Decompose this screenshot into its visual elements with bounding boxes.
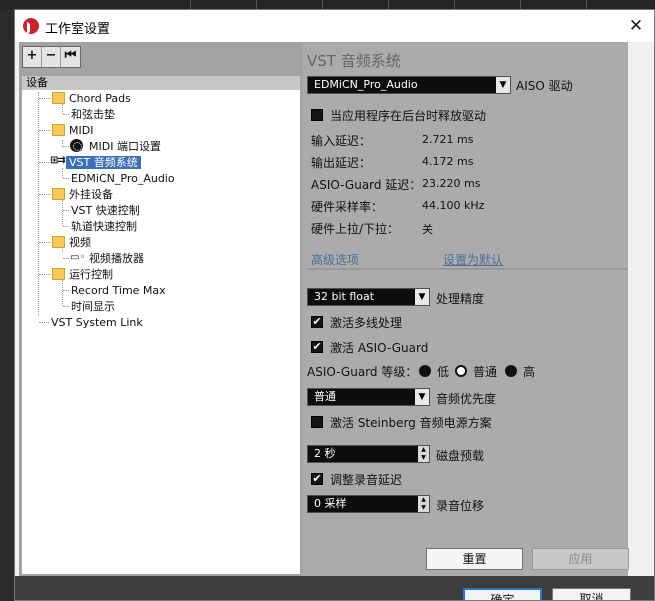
disk-preload-value: 2 秒 [314,447,336,460]
pull-up-down-label: 硬件上拉/下拉： [311,222,400,236]
folder-icon [52,188,65,200]
tree-item-vst-system-link[interactable]: VST System Link [51,315,143,330]
tree-item-midi-ports[interactable]: MIDI 端口设置 [89,139,161,154]
tree-toolbar: + − ⏮ [22,46,81,68]
pull-up-down-value: 关 [422,223,433,236]
disk-preload-label: 磁盘预载 [436,449,485,463]
midi-port-icon [70,139,83,152]
precision-dropdown[interactable]: 32 bit float ▼ [307,288,430,306]
level-high-label: 高 [523,365,536,379]
reset-device-button[interactable]: ⏮ [61,47,80,67]
input-latency-label: 输入延迟： [311,134,372,148]
precision-label: 处理精度 [436,292,485,306]
vst-audio-icon: ⊞⇉ [50,155,66,166]
stepper-down-icon[interactable]: ▼ [418,504,429,512]
top-strip [0,0,655,9]
adjust-latency-label: 调整录音延迟 [330,473,403,487]
disk-preload-stepper[interactable]: 2 秒 ▲ ▼ [307,445,430,463]
input-latency-value: 2.721 ms [422,133,474,146]
asio-guard-checkbox[interactable]: ✔ [311,341,323,353]
audio-priority-label: 音频优先度 [436,392,497,406]
apply-button[interactable]: 应用 [532,548,629,570]
tree-item-record-time-max[interactable]: Record Time Max [71,283,166,298]
asio-guard-latency-label: ASIO-Guard 延迟： [311,178,422,192]
settings-pane: VST 音频系统 EDMiCN_Pro_Audio ▼ AISO 驱动 当应用程… [303,42,629,578]
tree-item-video[interactable]: 视频 [69,235,91,250]
multiprocessing-checkbox[interactable]: ✔ [311,316,323,328]
folder-icon [52,92,65,104]
asio-guard-level-label: ASIO-Guard 等级： [307,365,418,379]
tree-item-chord-pads[interactable]: Chord Pads [69,91,131,106]
title-bar: 工作室设置 ✕ [15,10,654,42]
tree-item-vst-quick-controls[interactable]: VST 快速控制 [71,203,140,218]
remove-device-button[interactable]: − [42,47,61,67]
asio-guard-latency-value: 23.220 ms [422,177,481,190]
asio-driver-value: EDMiCN_Pro_Audio [314,78,418,91]
video-player-icon: ▭◦ [70,252,86,263]
add-device-button[interactable]: + [23,47,42,67]
tree-item-video-player[interactable]: 视频播放器 [89,251,144,266]
tree-item-chord-pads-sub[interactable]: 和弦击垫 [71,107,115,122]
tree-item-edmicn-pro-audio[interactable]: EDMiCN_Pro_Audio [71,171,175,186]
tree-header: 设备 [22,76,300,90]
sample-rate-label: 硬件采样率： [311,200,384,214]
level-low-label: 低 [437,365,450,379]
sample-rate-value: 44.100 kHz [422,199,485,212]
stepper-up-icon[interactable]: ▲ [418,496,429,504]
stepper-up-icon[interactable]: ▲ [418,446,429,454]
device-tree: 设备 Chord Pads 和弦击垫 MIDI MIDI 端口设置 ⊞⇉ VST… [22,76,300,574]
chevron-down-icon: ▼ [415,289,429,305]
record-shift-stepper[interactable]: 0 采样 ▲ ▼ [307,495,430,513]
tree-item-transport[interactable]: 运行控制 [69,267,113,282]
asio-guard-label: 激活 ASIO-Guard [330,341,429,355]
chevron-down-icon: ▼ [496,77,510,93]
device-pane: + − ⏮ 设备 Chord Pads 和弦击垫 MIDI MIDI 端口设置 [19,42,303,576]
tree-item-vst-audio-system[interactable]: VST 音频系统 [66,155,141,170]
multiprocessing-label: 激活多线处理 [330,316,403,330]
section-title: VST 音频系统 [307,52,401,70]
steinberg-power-checkbox[interactable] [311,416,323,428]
release-driver-checkbox[interactable] [311,109,323,121]
folder-icon [52,124,65,136]
divider [307,268,628,270]
advanced-options-link[interactable]: 高级选项 [311,251,359,268]
precision-value: 32 bit float [314,290,375,303]
tree-item-track-quick-controls[interactable]: 轨道快速控制 [71,219,137,234]
level-low-radio[interactable] [419,365,431,377]
level-high-radio[interactable] [505,365,517,377]
level-normal-label: 普通 [473,365,498,379]
audio-priority-dropdown[interactable]: 普通 ▼ [307,388,430,406]
release-driver-label: 当应用程序在后台时释放驱动 [330,109,487,123]
steinberg-power-label: 激活 Steinberg 音频电源方案 [330,416,492,430]
close-icon[interactable]: ✕ [624,14,648,38]
folder-icon [52,268,65,280]
audio-priority-value: 普通 [314,390,336,403]
tree-item-midi[interactable]: MIDI [69,123,93,138]
asio-driver-label: AISO 驱动 [516,79,573,93]
cubase-logo-icon [23,18,39,34]
tree-item-time-display[interactable]: 时间显示 [71,299,115,314]
window-title: 工作室设置 [45,22,111,37]
output-latency-value: 4.172 ms [422,155,474,168]
adjust-latency-checkbox[interactable]: ✔ [311,473,323,485]
studio-setup-dialog: 工作室设置 ✕ + − ⏮ 设备 Chord Pads 和弦击垫 MIDI MI… [14,9,655,601]
set-default-link[interactable]: 设置为默认 [443,251,503,268]
record-shift-value: 0 采样 [314,497,347,510]
level-normal-radio[interactable] [455,365,467,377]
stepper-down-icon[interactable]: ▼ [418,454,429,462]
asio-driver-dropdown[interactable]: EDMiCN_Pro_Audio ▼ [307,76,511,94]
ok-button[interactable]: 确定 [463,588,542,600]
dialog-footer: 确定 取消 [15,576,654,600]
folder-icon [52,236,65,248]
output-latency-label: 输出延迟： [311,156,372,170]
chevron-down-icon: ▼ [415,389,429,405]
tree-item-external-devices[interactable]: 外挂设备 [69,187,113,202]
cancel-button[interactable]: 取消 [552,588,631,600]
reset-button[interactable]: 重置 [426,548,523,570]
record-shift-label: 录音位移 [436,499,485,513]
